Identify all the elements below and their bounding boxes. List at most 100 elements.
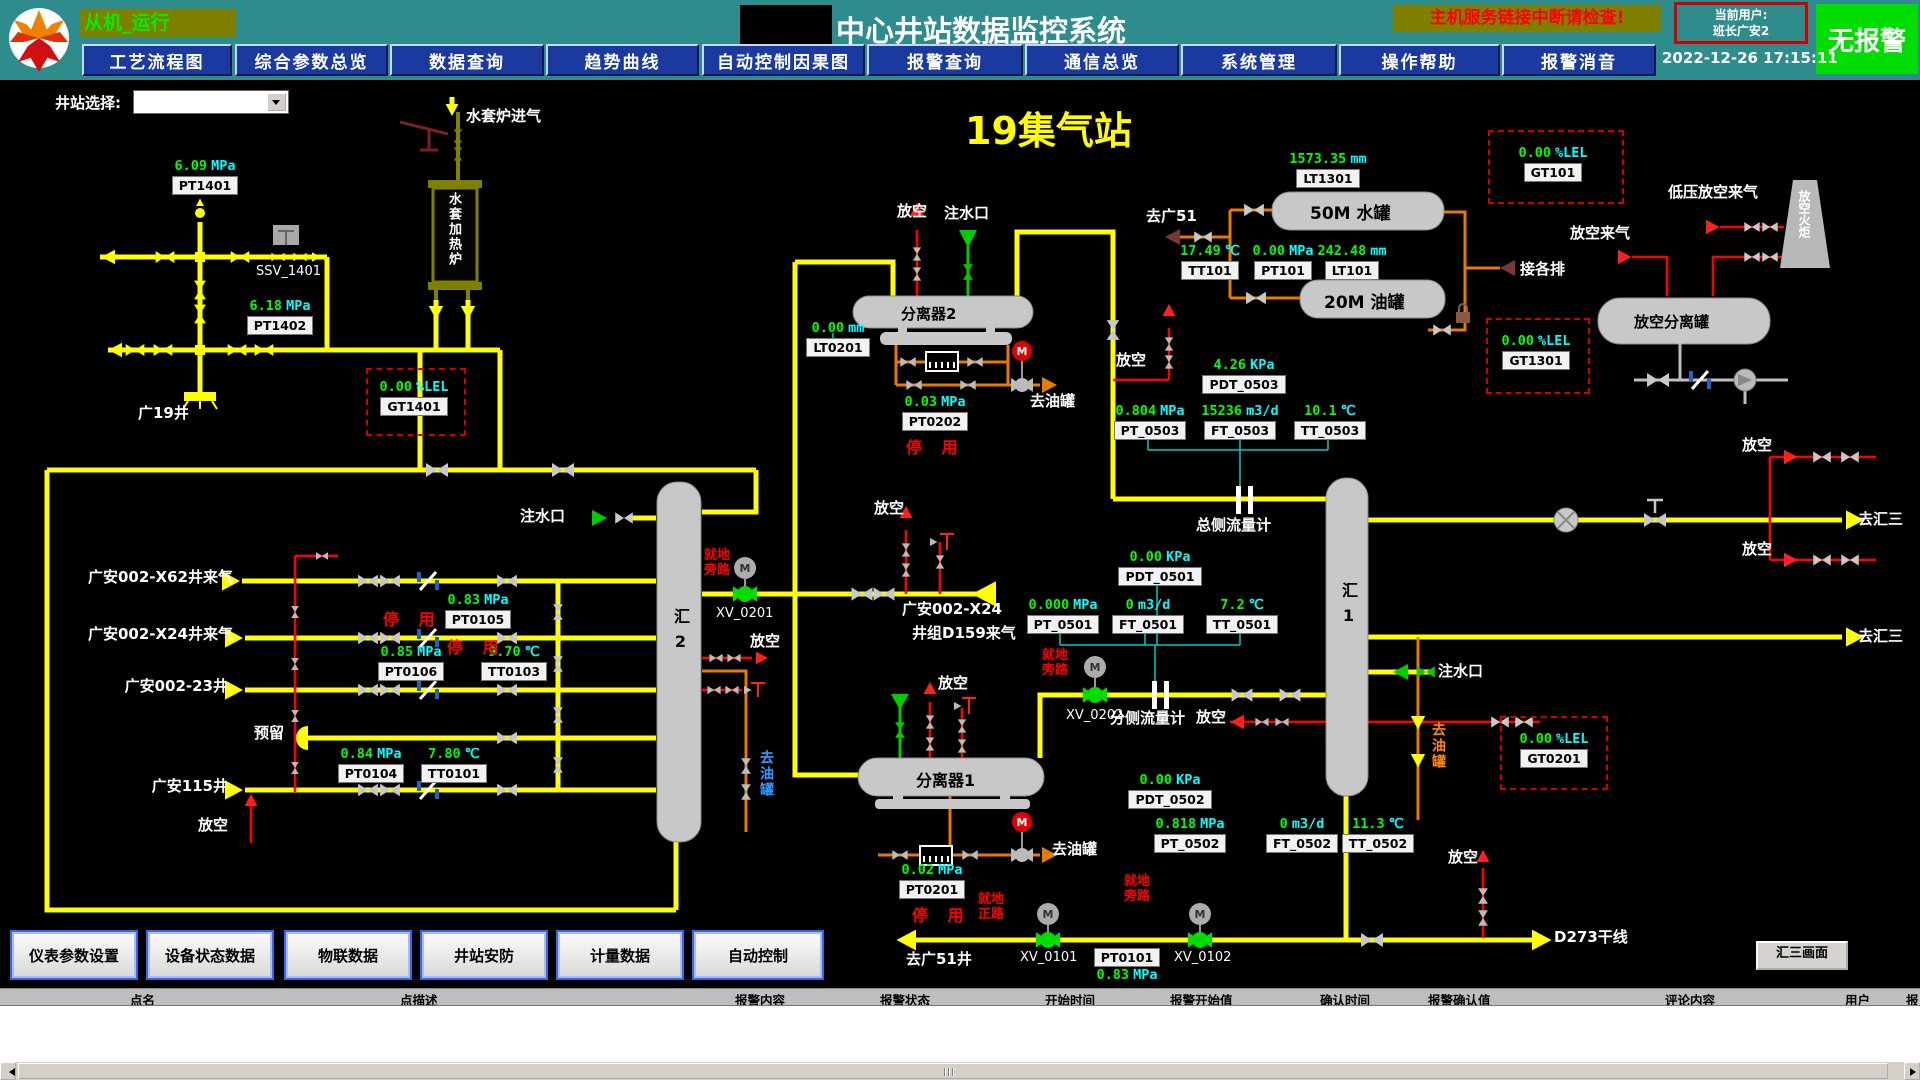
- instrument-gt1301: 0.00%LELGT1301: [1482, 333, 1590, 370]
- valve-icon[interactable]: [552, 463, 574, 477]
- instrument-gt1401: 0.00%LELGT1401: [360, 379, 468, 416]
- to-oil-tank-label: 去油罐: [1052, 838, 1097, 859]
- well-label-x62: 广安002-X62井来气: [88, 566, 228, 587]
- separator1-label: 分离器1: [916, 767, 975, 791]
- well-label-115: 广安115井: [88, 775, 228, 796]
- to-oil-tank-label: 去油罐: [1030, 390, 1075, 411]
- petrochina-logo-icon: [2, 2, 76, 78]
- d159-label-line2: 井组D159来气: [912, 622, 1016, 643]
- tee-valve-icon: [1644, 500, 1666, 527]
- svg-text:M: M: [1195, 908, 1206, 921]
- valve-icon[interactable]: [615, 512, 633, 523]
- svg-text:M: M: [1017, 816, 1028, 829]
- stopped-label: 停 用: [906, 434, 965, 458]
- local-main-label: 就地正路: [978, 892, 1012, 922]
- instrument-pt1402: 6.18MPaPT1402: [226, 298, 334, 335]
- separator2-label: 分离器2: [901, 303, 956, 324]
- separator1-drain: M: [892, 812, 1057, 865]
- manifold2-vessel: [657, 482, 701, 842]
- scada-main-window: M M: [0, 0, 1920, 1080]
- scrollbar-thumb[interactable]: [18, 1063, 1888, 1079]
- instrument-lt101: 242.48mmLT101: [1298, 243, 1406, 280]
- valve-icon[interactable]: [1232, 688, 1253, 701]
- station-select-dropdown[interactable]: [133, 90, 289, 114]
- btn-device-status[interactable]: 设备状态数据: [146, 930, 274, 980]
- vent-label: 放空: [874, 497, 904, 518]
- well-label-reserved: 预留: [254, 722, 284, 743]
- ssv1401-label: SSV_1401: [256, 264, 321, 279]
- instrument-tt0502: 11.3℃TT_0502: [1324, 816, 1432, 853]
- xv0102-valve[interactable]: M: [1188, 903, 1212, 948]
- valve-icon[interactable]: [426, 463, 448, 477]
- xv0201-label: XV_0201: [716, 606, 773, 621]
- btn-iot-data[interactable]: 物联数据: [284, 930, 412, 980]
- well-label-x24: 广安002-X24井来气: [88, 623, 228, 644]
- mixer-icon: [1554, 508, 1578, 532]
- stopped-label: 停 用: [447, 634, 506, 658]
- instrument-lt1301: 1573.35mmLT1301: [1274, 151, 1382, 188]
- vent-label: 放空: [897, 200, 927, 221]
- btn-station-security[interactable]: 井站安防: [420, 930, 548, 980]
- to-hui3-label: 去汇三: [1858, 625, 1903, 646]
- manifold1-right-fittings: [1393, 450, 1864, 768]
- alarm-table-header: 点名 点描述 报警内容 报警状态 开始时间 报警开始值 确认时间 报警确认值 评…: [0, 988, 1920, 1006]
- manifold1-vessel: [1326, 478, 1368, 796]
- btn-auto-control[interactable]: 自动控制: [692, 930, 824, 980]
- to-oil-tank-label: 去油罐: [1428, 722, 1448, 770]
- alarm-list[interactable]: [0, 1005, 1920, 1063]
- scroll-left-button[interactable]: [0, 1062, 16, 1080]
- instrument-pt0201: 0.02MPaPT0201: [878, 862, 986, 899]
- instrument-pt0202: 0.03MPaPT0202: [881, 394, 989, 431]
- vent-gas-label: 放空来气: [1570, 222, 1630, 243]
- well-g19-label: 广19井: [138, 402, 189, 423]
- instrument-pdt0501: 0.00KPaPDT_0501: [1106, 549, 1214, 586]
- svg-text:M: M: [1043, 908, 1054, 921]
- instrument-tt0503: 10.1℃TT_0503: [1276, 403, 1384, 440]
- scroll-right-button[interactable]: [1904, 1062, 1920, 1080]
- instrument-gt101: 0.00%LELGT101: [1499, 145, 1607, 182]
- vent-label: 放空: [1448, 846, 1478, 867]
- vent-label: 放空: [750, 630, 780, 651]
- local-bypass-label: 就地旁路: [704, 548, 738, 578]
- station-select-label: 井站选择:: [55, 92, 121, 113]
- xv0202-valve[interactable]: M: [1083, 656, 1107, 703]
- pump-icon: [1734, 369, 1756, 391]
- instrument-lt0201: 0.00mmLT0201: [784, 320, 892, 357]
- vent-label: 放空: [1742, 434, 1772, 455]
- vent-separator-label: 放空分离罐: [1634, 311, 1709, 332]
- to-oil-tank-label: 去油罐: [756, 750, 776, 798]
- total-meter-label: 总侧流量计: [1196, 514, 1271, 535]
- instrument-pt0502: 0.818MPaPT_0502: [1136, 816, 1244, 853]
- manifold1-label: 汇1: [1336, 582, 1360, 633]
- heater-label: 水套加热炉: [444, 192, 463, 267]
- dropdown-arrow-icon[interactable]: [267, 93, 286, 111]
- horizontal-scrollbar[interactable]: [0, 1062, 1920, 1080]
- to-g51-well-label: 去广51井: [906, 948, 972, 969]
- xv0202-label: XV_0202: [1066, 708, 1123, 723]
- xv0101-label: XV_0101: [1020, 950, 1077, 965]
- valve-icon[interactable]: [1280, 688, 1301, 701]
- instrument-tt0501: 7.2℃TT_0501: [1188, 597, 1296, 634]
- btn-instrument-params[interactable]: 仪表参数设置: [10, 930, 138, 980]
- to-hui3-label: 去汇三: [1858, 508, 1903, 529]
- instrument-pdt0503: 4.26KPaPDT_0503: [1190, 357, 1298, 394]
- instrument-pdt0502: 0.00KPaPDT_0502: [1116, 772, 1224, 809]
- xv0101-valve[interactable]: M: [1036, 903, 1060, 948]
- lp-vent-gas-label: 低压放空来气: [1668, 181, 1758, 202]
- d273-label: D273干线: [1554, 926, 1628, 947]
- vent-label: 放空: [938, 672, 968, 693]
- svg-text:M: M: [740, 562, 751, 575]
- jiegepai-label: 接各排: [1520, 258, 1565, 279]
- heater-inlet-label: 水套炉进气: [466, 105, 541, 126]
- vent-label: 放空: [1116, 349, 1146, 370]
- stopped-label: 停 用: [383, 606, 442, 630]
- water-tank-label: 50M 水罐: [1310, 199, 1391, 224]
- btn-metering-data[interactable]: 计量数据: [556, 930, 684, 980]
- local-bypass-label: 就地旁路: [1042, 648, 1076, 678]
- instrument-ft0501: 0m3/dFT_0501: [1094, 597, 1202, 634]
- station-title: 19集气站: [965, 100, 1132, 155]
- stopped-label: 停 用: [912, 902, 971, 926]
- wellhead-kill-line: [400, 122, 448, 150]
- water-injection-label: 注水口: [944, 202, 989, 223]
- hui3-screen-button[interactable]: 汇三画面: [1756, 941, 1848, 970]
